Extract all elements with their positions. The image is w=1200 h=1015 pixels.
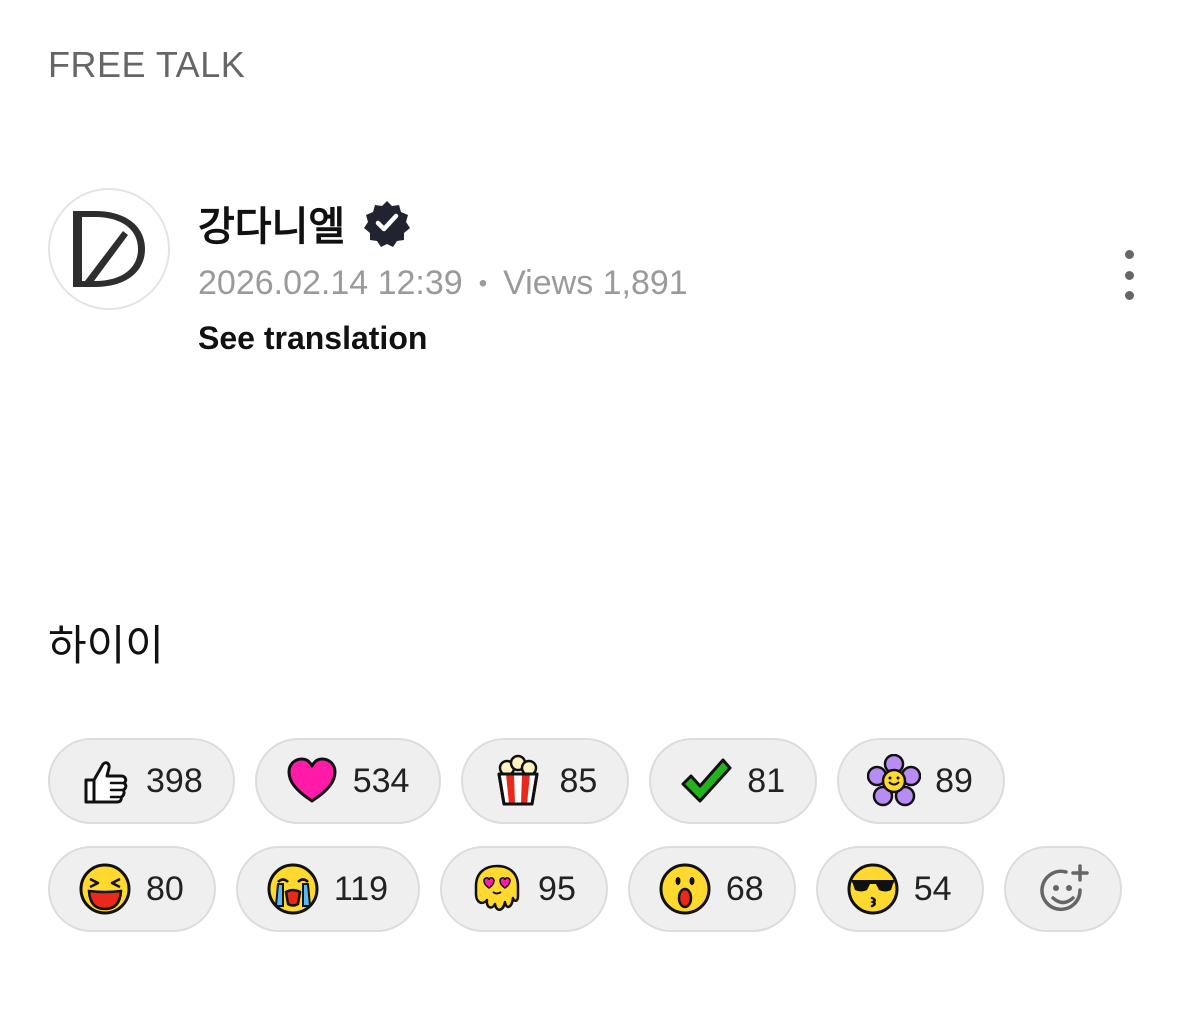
see-translation-link[interactable]: See translation	[198, 320, 427, 357]
reaction-checkmark[interactable]: 81	[649, 738, 818, 824]
reaction-count: 95	[538, 869, 576, 908]
post-date: 2026.02.14 12:39	[198, 264, 463, 302]
reaction-count: 80	[146, 869, 184, 908]
popcorn-icon	[491, 754, 545, 808]
heart-icon	[285, 754, 339, 808]
reaction-count: 85	[559, 761, 598, 800]
avatar[interactable]	[48, 188, 170, 310]
reaction-thumbs-up[interactable]: 398	[48, 738, 235, 824]
reaction-crying[interactable]: 119	[235, 846, 421, 932]
add-emoji-icon	[1036, 862, 1090, 916]
reaction-count: 534	[352, 761, 410, 800]
reaction-row: 398 534 85 81 89	[48, 738, 1005, 824]
laughing-face-icon	[78, 862, 132, 916]
melting-heart-eyes-icon	[470, 862, 524, 916]
kd-logo-icon	[73, 211, 145, 287]
reaction-row: 80 119 95 68 54	[48, 846, 1122, 932]
flower-icon	[866, 753, 922, 808]
reaction-count: 89	[935, 761, 973, 800]
post-header: 강다니엘 2026.02.14 12:39 • Views 1,891 See …	[48, 188, 1158, 358]
author-name[interactable]: 강다니엘	[198, 194, 345, 252]
more-options-icon[interactable]	[1112, 250, 1146, 300]
reaction-count: 68	[725, 869, 764, 908]
reaction-heart[interactable]: 534	[254, 738, 442, 824]
reaction-count: 81	[747, 761, 786, 800]
board-label: FREE TALK	[48, 44, 246, 85]
meta-separator: •	[478, 269, 488, 297]
reaction-popcorn[interactable]: 85	[461, 738, 630, 824]
crying-face-icon	[266, 862, 320, 916]
thumbs-up-icon	[78, 754, 132, 808]
verified-badge-icon	[363, 199, 411, 247]
reaction-melting-heart-eyes[interactable]: 95	[440, 846, 608, 932]
surprised-face-icon	[658, 862, 712, 916]
reaction-count: 398	[146, 761, 203, 800]
reaction-count: 119	[333, 869, 389, 908]
reaction-laughing[interactable]: 80	[48, 846, 216, 932]
sunglasses-kiss-icon	[846, 862, 900, 916]
post-body: 하이이	[48, 622, 164, 669]
reaction-surprised[interactable]: 68	[627, 846, 796, 932]
add-reaction-button[interactable]	[1003, 846, 1122, 932]
post-views: Views 1,891	[503, 264, 688, 302]
post-meta: 2026.02.14 12:39 • Views 1,891	[198, 264, 688, 303]
checkmark-icon	[679, 754, 733, 808]
reaction-sunglasses-kiss[interactable]: 54	[815, 846, 984, 932]
reaction-flower[interactable]: 89	[837, 738, 1005, 824]
reaction-count: 54	[913, 869, 952, 908]
